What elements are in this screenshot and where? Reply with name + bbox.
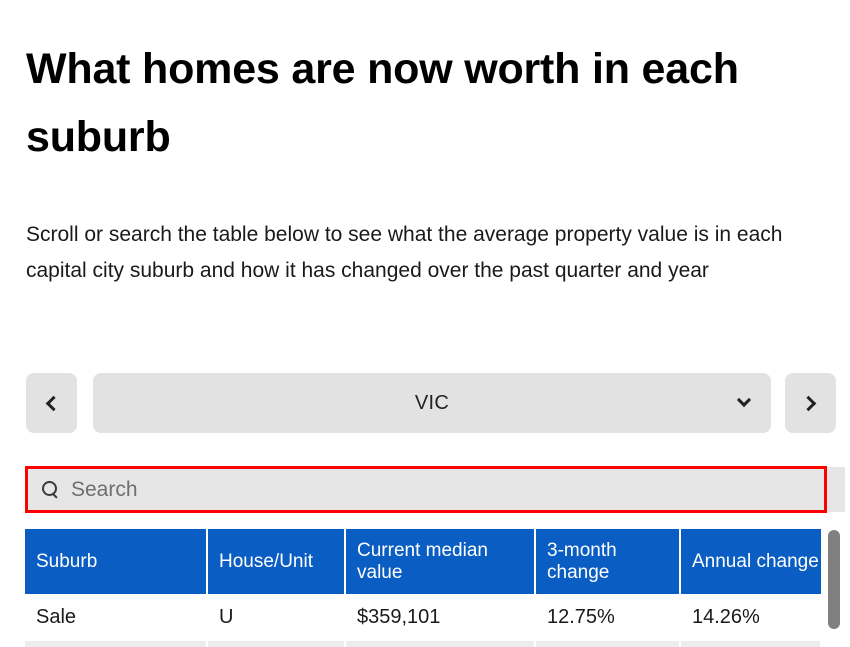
chevron-right-icon bbox=[800, 395, 817, 411]
region-dropdown[interactable]: VIC bbox=[93, 373, 771, 433]
chevron-down-icon bbox=[736, 392, 752, 410]
cell-current-value: $359,101 bbox=[345, 594, 536, 641]
region-selector-row: VIC bbox=[0, 373, 850, 433]
column-header-house-unit[interactable]: House/Unit bbox=[207, 529, 346, 594]
cell-house-unit: U bbox=[207, 594, 346, 641]
next-region-button[interactable] bbox=[785, 373, 836, 433]
search-placeholder: Search bbox=[71, 477, 138, 501]
column-header-3month-change[interactable]: 3-month change bbox=[535, 529, 681, 594]
cell-3month-change: 12.75% bbox=[535, 594, 681, 641]
page-title: What homes are now worth in each suburb bbox=[26, 45, 739, 161]
cell-3month-change bbox=[535, 641, 681, 647]
chevron-left-icon bbox=[45, 395, 62, 411]
page-root: What homes are now worth in each suburb … bbox=[0, 0, 850, 647]
table-row[interactable]: Sale U $359,101 12.75% 14.26% bbox=[25, 594, 821, 641]
cell-suburb bbox=[25, 641, 208, 647]
search-input[interactable]: Search bbox=[25, 466, 827, 513]
cell-annual-change: 14.26% bbox=[680, 594, 821, 641]
suburb-value-table: Suburb House/Unit Current median value 3… bbox=[25, 529, 821, 647]
table-scrollbar-thumb[interactable] bbox=[828, 530, 840, 629]
column-header-suburb[interactable]: Suburb bbox=[25, 529, 208, 594]
table-header-row: Suburb House/Unit Current median value 3… bbox=[25, 529, 821, 594]
previous-region-button[interactable] bbox=[26, 373, 77, 433]
cell-annual-change bbox=[680, 641, 821, 647]
table-row[interactable] bbox=[25, 641, 821, 647]
region-dropdown-value: VIC bbox=[414, 391, 450, 414]
intro-paragraph: Scroll or search the table below to see … bbox=[26, 223, 783, 282]
cell-current-value bbox=[345, 641, 536, 647]
search-icon bbox=[42, 481, 59, 498]
cell-house-unit bbox=[207, 641, 346, 647]
column-header-annual-change[interactable]: Annual change bbox=[680, 529, 821, 594]
column-header-current-value[interactable]: Current median value bbox=[345, 529, 536, 594]
cell-suburb: Sale bbox=[25, 594, 208, 641]
